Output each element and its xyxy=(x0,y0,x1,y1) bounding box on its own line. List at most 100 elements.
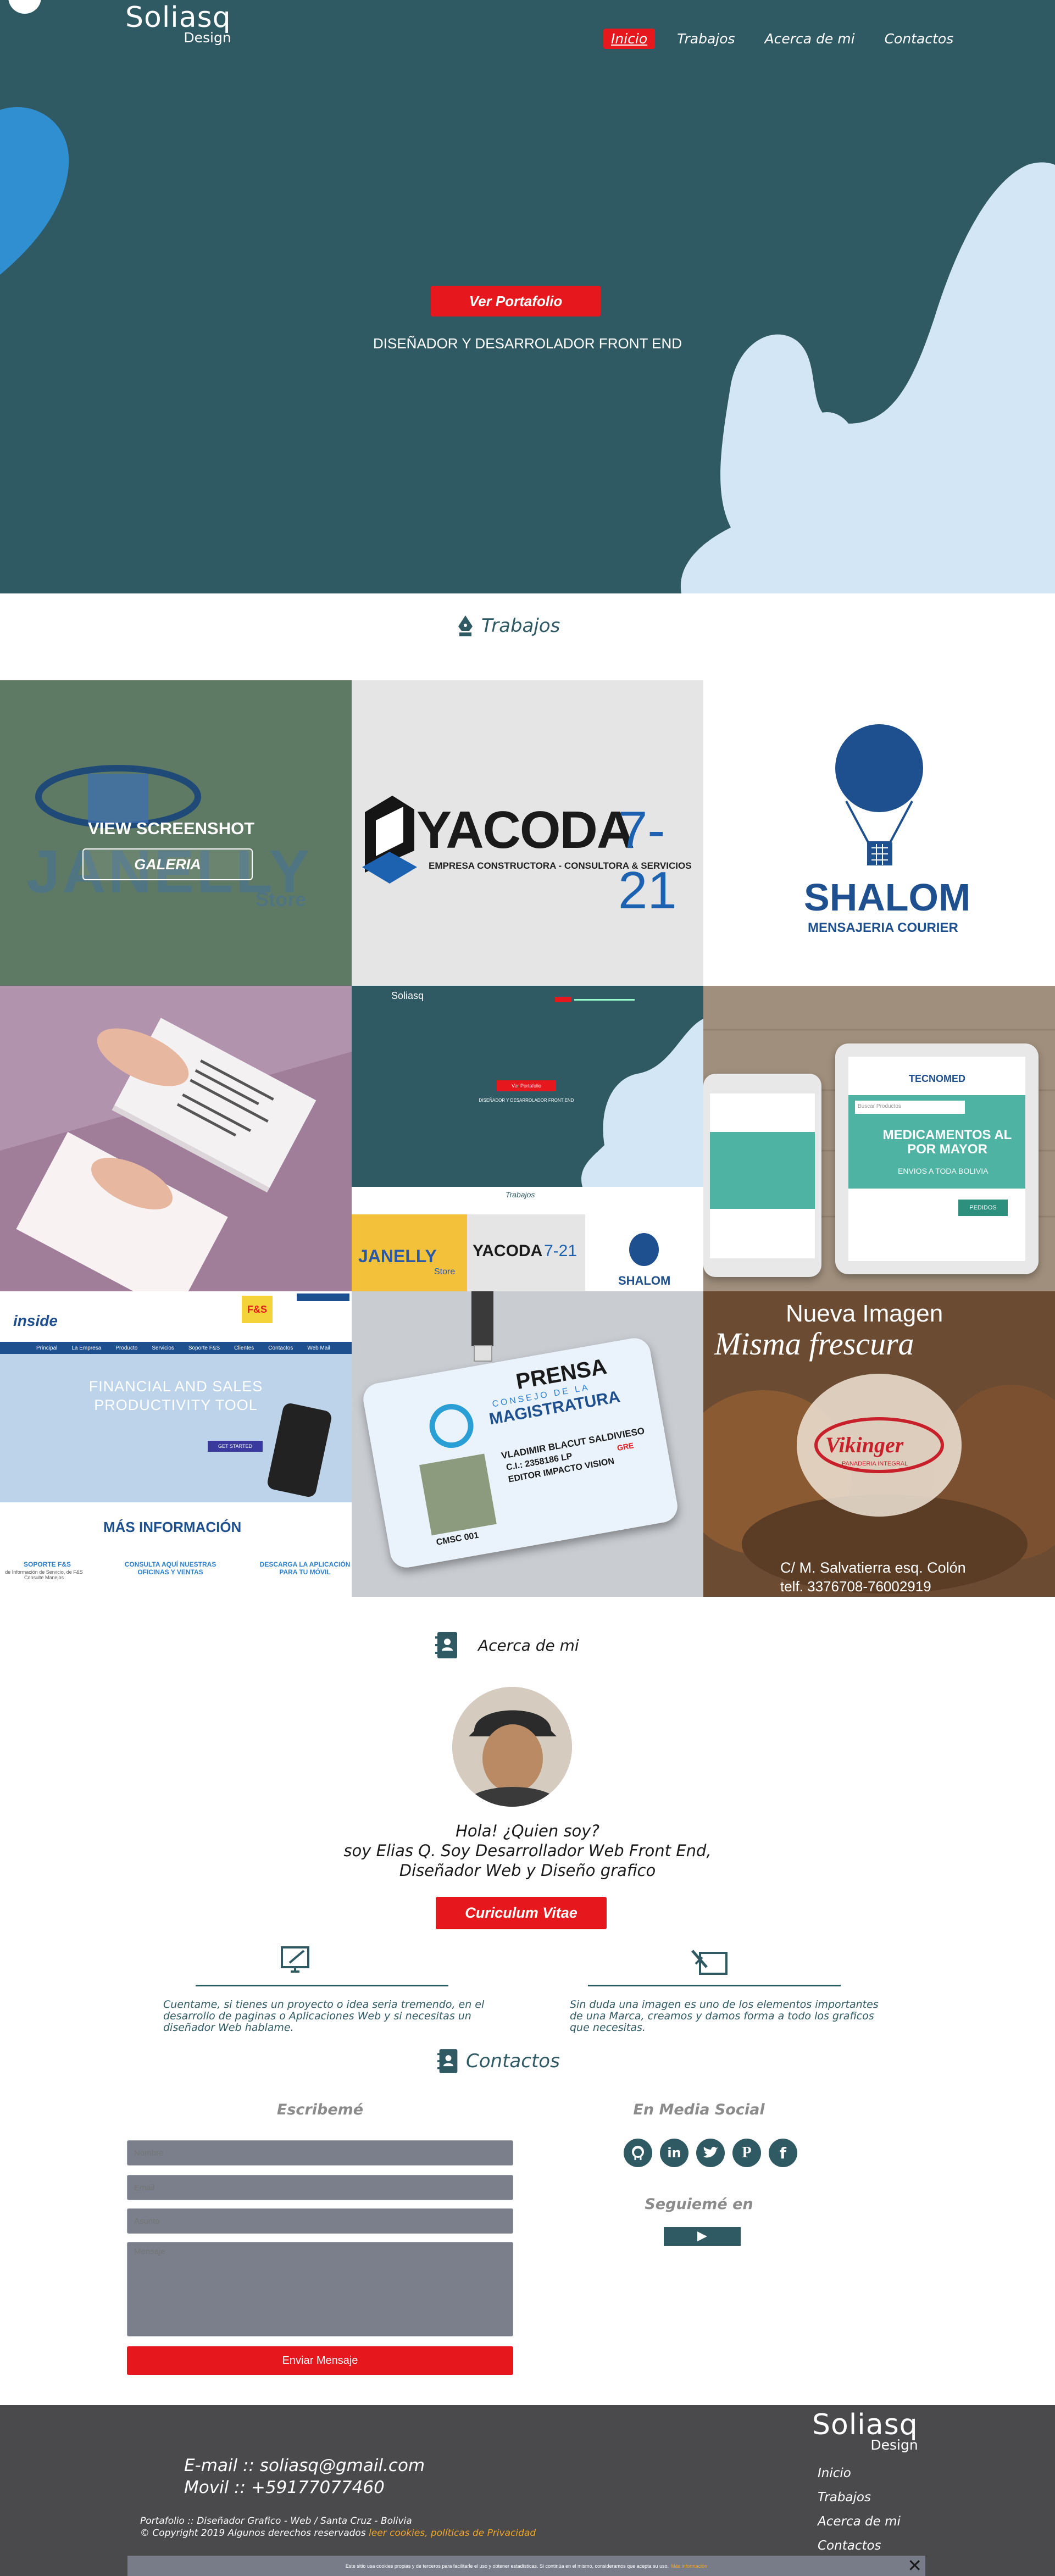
form-title: Escribemé xyxy=(276,2101,364,2118)
janelly-store: Store xyxy=(256,888,307,911)
inside-brand: inside xyxy=(13,1312,58,1329)
work-tile-shalom[interactable]: SHALOM MENSAJERIA COURIER xyxy=(703,680,1055,986)
preview-janelly-store: Store xyxy=(434,1267,456,1276)
avatar xyxy=(452,1687,572,1807)
contact-title-text: Contactos xyxy=(466,2050,560,2072)
footer-copyright: © Copyright 2019 Algunos derechos reserv… xyxy=(140,2528,369,2539)
inside-nav-item: Soporte F&S xyxy=(188,1345,220,1351)
shalom-tagline: MENSAJERIA COURIER xyxy=(808,920,958,935)
inside-nav-item: La Empresa xyxy=(71,1345,102,1351)
pinterest-icon[interactable]: P xyxy=(732,2139,761,2167)
work-tile-soliasq[interactable]: Soliasq Ver Portafolio DISEÑADOR Y DESAR… xyxy=(352,986,703,1291)
send-message-button[interactable]: Enviar Mensaje xyxy=(127,2346,513,2375)
monitor-pen-icon xyxy=(281,1946,309,1973)
id-photo xyxy=(419,1453,497,1536)
footer-link-inicio[interactable]: Inicio xyxy=(818,2466,851,2480)
balloon-icon xyxy=(835,724,923,865)
yacoda-wordmark: YACODA xyxy=(417,801,635,859)
nav-trabajos[interactable]: Trabajos xyxy=(669,29,742,49)
work-tile-janelly[interactable]: JANELLY Store VIEW SCREENSHOT GALERIA xyxy=(0,680,352,986)
vikinger-phone: telf. 3376708-76002919 xyxy=(780,1578,931,1595)
pen-nib-icon xyxy=(458,615,473,636)
tecnomed-banner: Buscar Productos MEDICAMENTOS AL POR MAY… xyxy=(848,1095,1025,1189)
vikinger-tagline: Misma frescura xyxy=(714,1326,914,1362)
work-tile-prensa[interactable]: PRENSA CONSEJO DE LA MAGISTRATURA VLADIM… xyxy=(352,1291,703,1597)
tablet-screen: TECNOMED Buscar Productos MEDICAMENTOS A… xyxy=(848,1057,1025,1261)
inside-nav-item: Producto xyxy=(115,1345,138,1351)
footer-copyright-line: © Copyright 2019 Algunos derechos reserv… xyxy=(140,2527,536,2539)
work-tile-inside[interactable]: inside F&S Principal La Empresa Producto… xyxy=(0,1291,352,1597)
tecnomed-sub: ENVIOS A TODA BOLIVIA xyxy=(898,1167,989,1175)
tecnomed-search: Buscar Productos xyxy=(855,1101,965,1114)
phone-banner xyxy=(710,1132,815,1209)
inside-more: MÁS INFORMACIÓN xyxy=(103,1519,242,1535)
tecnomed-headline: MEDICAMENTOS AL POR MAYOR xyxy=(882,1128,1012,1157)
footer-link-contactos[interactable]: Contactos xyxy=(818,2539,881,2553)
github-icon[interactable] xyxy=(624,2139,652,2167)
hero-subtitle: DISEÑADOR Y DESARROLADOR FRONT END xyxy=(373,335,682,352)
galeria-button[interactable]: GALERIA xyxy=(82,848,253,880)
tablet-frame: TECNOMED Buscar Productos MEDICAMENTOS A… xyxy=(835,1043,1039,1274)
footer-link-trabajos[interactable]: Trabajos xyxy=(818,2490,871,2505)
preview-yacoda-tile: YACODA 7-21 xyxy=(467,1214,585,1291)
twitter-icon[interactable] xyxy=(696,2139,725,2167)
curriculum-vitae-button[interactable]: Curiculum Vitae xyxy=(436,1897,607,1929)
message-field[interactable] xyxy=(127,2242,513,2336)
subject-field[interactable] xyxy=(127,2208,513,2234)
card-clip xyxy=(474,1345,492,1362)
preview-cta: Ver Portafolio xyxy=(497,1080,556,1091)
cookies-policy-link[interactable]: leer cookies, políticas de Privacidad xyxy=(369,2528,536,2539)
vikinger-title: Nueva Imagen xyxy=(786,1300,943,1327)
name-field[interactable] xyxy=(127,2140,513,2166)
view-screenshot-label: VIEW SCREENSHOT xyxy=(88,819,255,838)
preview-yacoda: YACODA xyxy=(473,1242,543,1260)
preview-shalom: SHALOM xyxy=(618,1274,671,1287)
inside-nav-item: Web Mail xyxy=(307,1345,330,1351)
yacoda-tagline: EMPRESA CONSTRUCTORA - CONSULTORA & SERV… xyxy=(429,860,692,871)
inside-col-descarga: DESCARGA LA APLICACIÓN PARA TU MÓVIL xyxy=(259,1561,351,1576)
close-icon[interactable]: ✕ xyxy=(907,2556,922,2575)
inside-hero: FINANCIAL AND SALES PRODUCTIVITY TOOL GE… xyxy=(0,1354,352,1502)
preview-shalom-tile: SHALOM xyxy=(585,1214,703,1291)
work-tile-vikinger[interactable]: Nueva Imagen Misma frescura Vikinger PAN… xyxy=(703,1291,1055,1597)
inside-social-strip xyxy=(297,1293,349,1301)
youtube-button[interactable] xyxy=(664,2227,741,2246)
facebook-icon[interactable]: f xyxy=(769,2139,797,2167)
about-title: Acerca de mi xyxy=(435,1631,579,1659)
preview-yacoda-num: 7-21 xyxy=(544,1242,578,1260)
work-tile-tecnomed[interactable]: TECNOMED Buscar Productos MEDICAMENTOS A… xyxy=(703,986,1055,1291)
footer-link-acerca[interactable]: Acerca de mi xyxy=(818,2514,901,2529)
about-divider-right xyxy=(588,1985,841,1986)
vikinger-brand: Vikinger xyxy=(825,1433,904,1457)
work-tile-yacoda[interactable]: YACODA 7-21 EMPRESA CONSTRUCTORA - CONSU… xyxy=(352,680,703,986)
footer-logo[interactable]: Soliasq Design xyxy=(812,2411,918,2452)
vikinger-brand-sub: PANADERIA INTEGRAL xyxy=(842,1461,908,1467)
nav-contactos[interactable]: Contactos xyxy=(877,29,962,49)
id-gre: GRE xyxy=(616,1441,635,1453)
email-field[interactable] xyxy=(127,2175,513,2200)
nav-acerca[interactable]: Acerca de mi xyxy=(757,29,863,49)
header-logo[interactable]: Soliasq Design xyxy=(125,3,231,45)
about-intro: Hola! ¿Quien soy? soy Elias Q. Soy Desar… xyxy=(308,1821,747,1880)
preview-works-title: Trabajos xyxy=(506,1190,535,1199)
footer-email[interactable]: E-mail :: soliasq@gmail.com xyxy=(184,2455,425,2477)
ver-portafolio-button[interactable]: Ver Portafolio xyxy=(431,286,601,317)
footer-credits: Portafolio :: Diseñador Grafico - Web / … xyxy=(140,2515,536,2539)
about-greeting: Hola! ¿Quien soy? xyxy=(456,1822,599,1840)
tecnomed-button: PEDIDOS xyxy=(958,1200,1008,1216)
work-tile-cards[interactable] xyxy=(0,986,352,1291)
cookie-more-link[interactable]: Más información xyxy=(671,2563,707,2569)
inside-nav: Principal La Empresa Producto Servicios … xyxy=(0,1342,352,1354)
footer: E-mail :: soliasq@gmail.com Movil :: +59… xyxy=(0,2405,1055,2576)
id-card: PRENSA CONSEJO DE LA MAGISTRATURA VLADIM… xyxy=(360,1335,680,1570)
linkedin-icon[interactable]: in xyxy=(660,2139,688,2167)
phone-frame xyxy=(703,1074,821,1277)
inside-get-started: GET STARTED xyxy=(208,1441,263,1452)
fs-badge: F&S xyxy=(242,1296,273,1323)
about-line-2: soy Elias Q. Soy Desarrollador Web Front… xyxy=(343,1841,712,1860)
nav-inicio[interactable]: Inicio xyxy=(603,29,656,49)
about-text-right: Sin duda una imagen es uno de los elemen… xyxy=(570,1998,879,2034)
footer-contact: E-mail :: soliasq@gmail.com Movil :: +59… xyxy=(184,2455,425,2499)
business-cards-photo xyxy=(0,986,352,1291)
inside-headline: FINANCIAL AND SALES PRODUCTIVITY TOOL xyxy=(88,1378,263,1413)
